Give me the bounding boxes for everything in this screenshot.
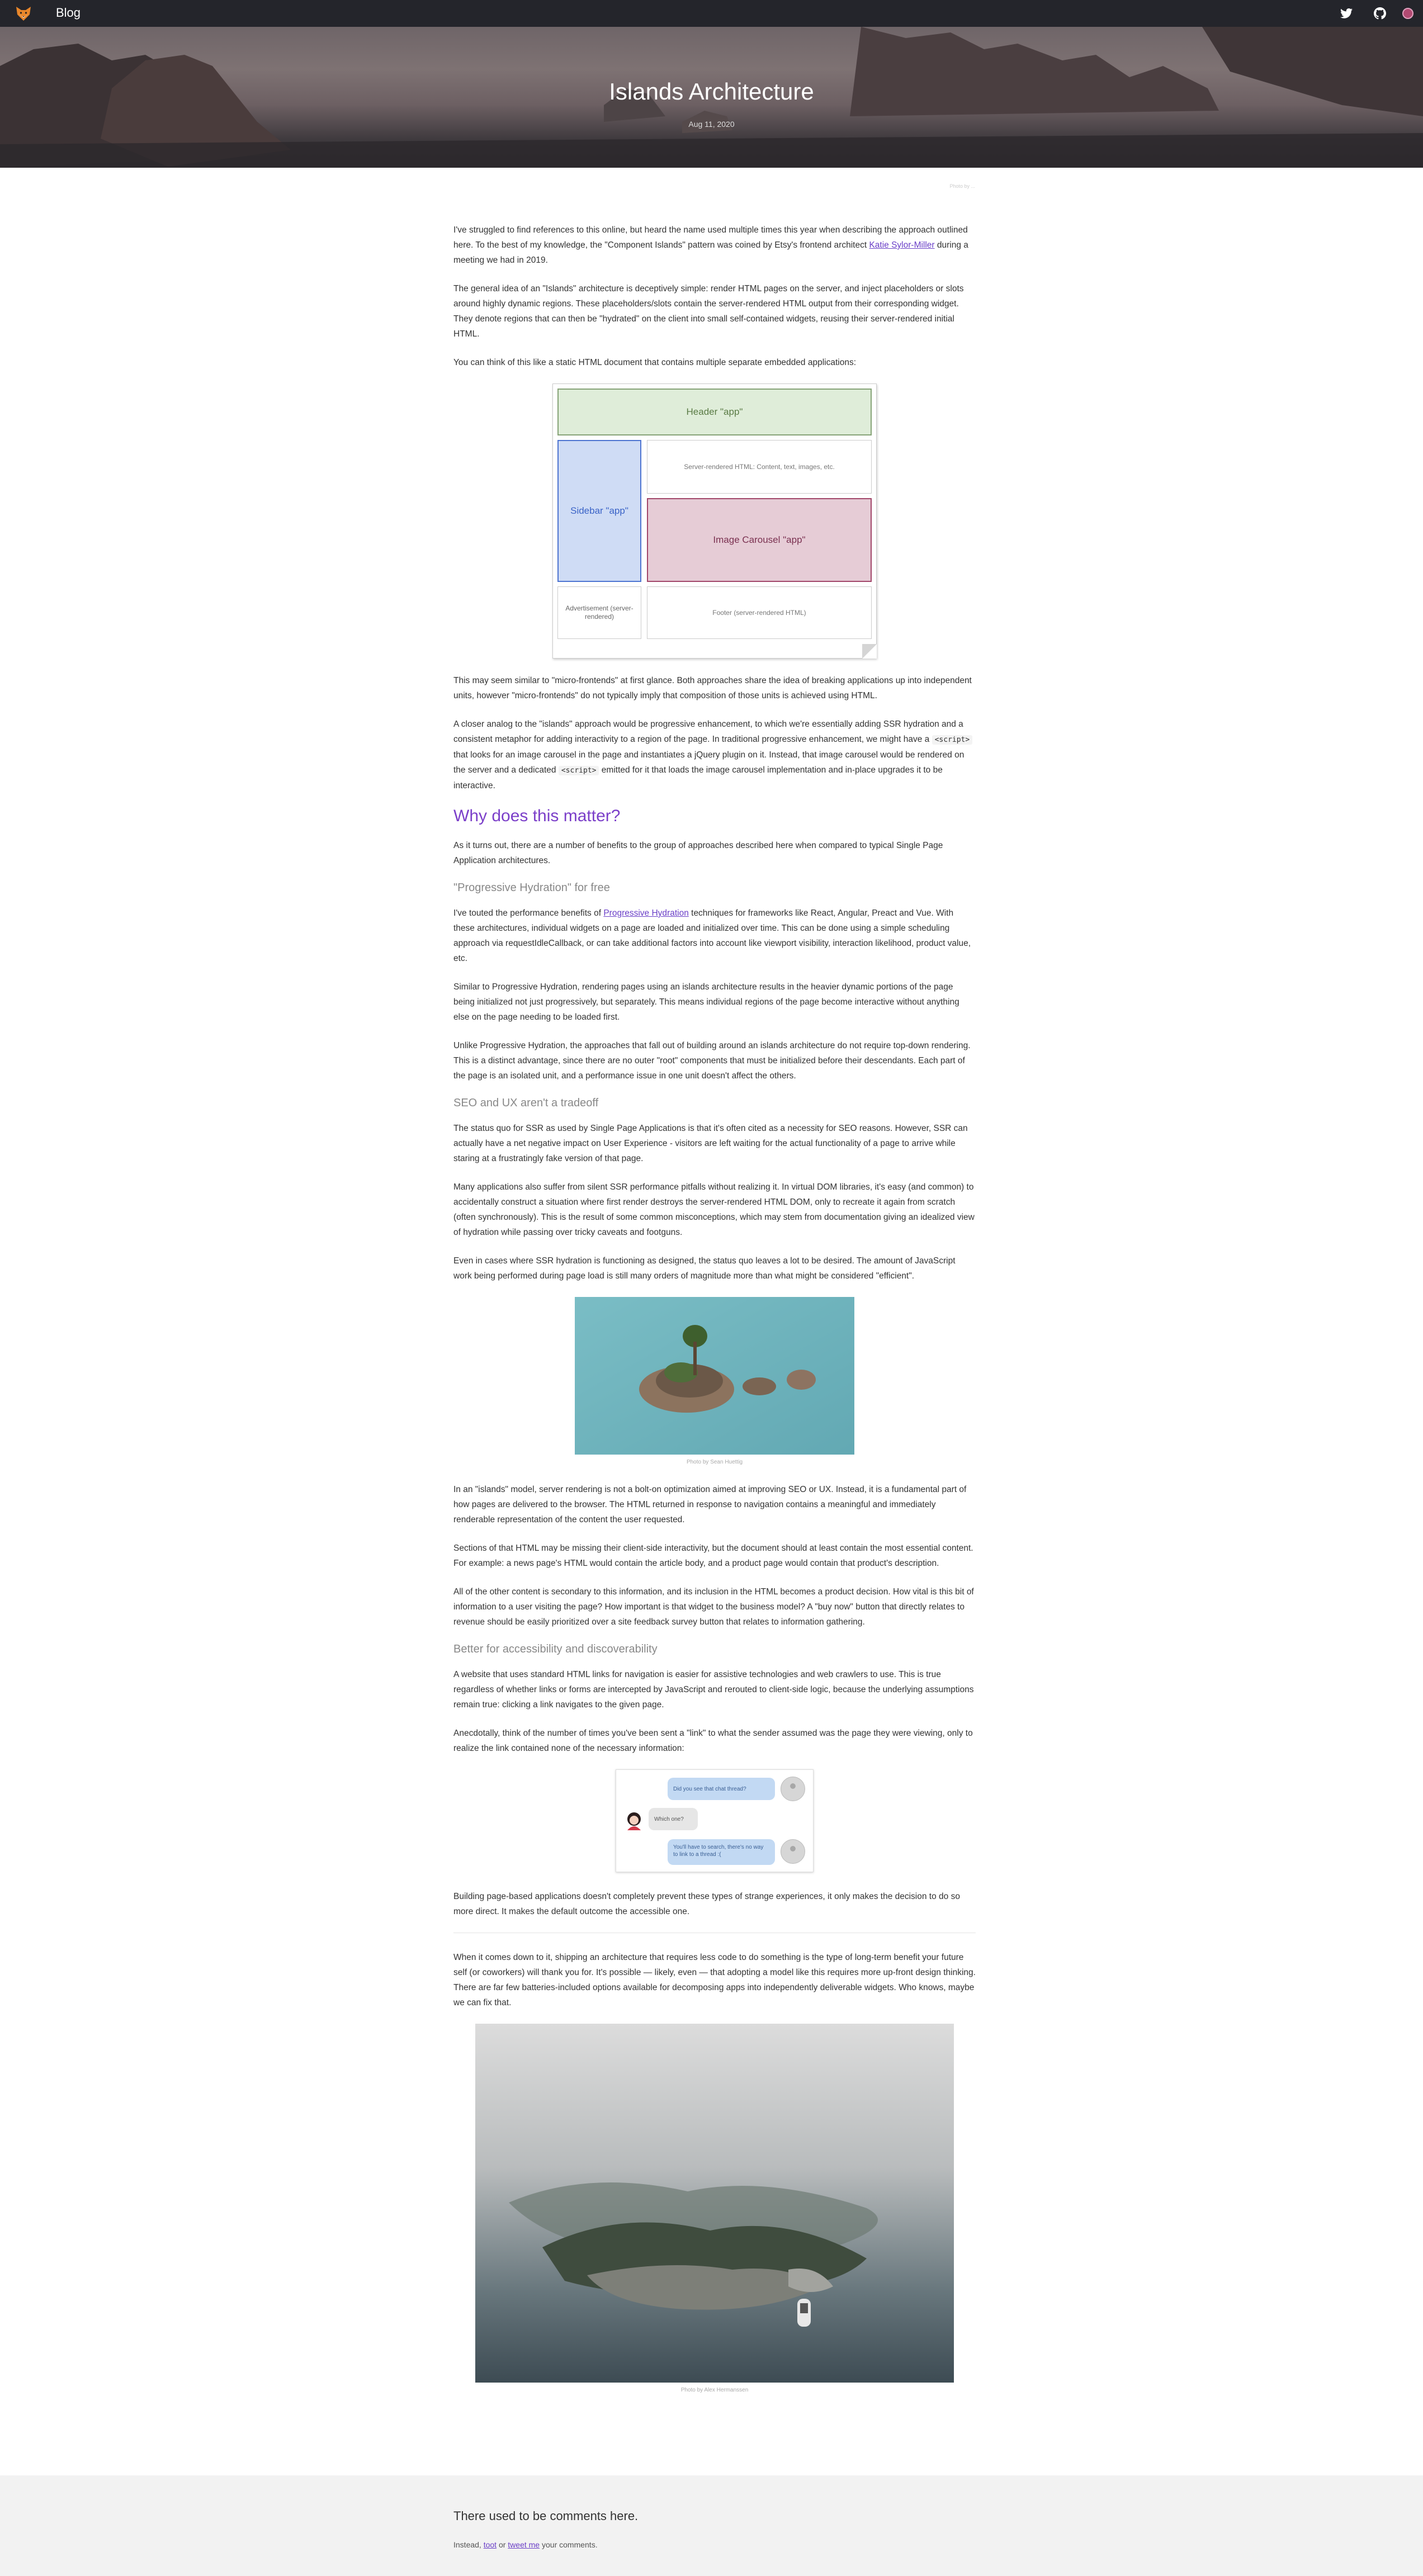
foggy-island-caption: Photo by Alex Hermanssen [680, 2387, 749, 2393]
chat-illustration: Did you see that chat thread? Which one?… [616, 1769, 814, 1872]
why-does-this-matter-heading: Why does this matter? [453, 807, 621, 825]
ending-paragraph-2: When it comes down to it, shipping an ar… [453, 1953, 976, 2007]
avatar-icon[interactable] [1402, 8, 1413, 19]
why-paragraph-9: Sections of that HTML may be missing the… [453, 1543, 973, 1568]
article-body: I've struggled to find references to thi… [453, 222, 976, 2410]
blog-nav-link[interactable]: Blog [56, 6, 81, 20]
chat-message-3: You'll have to search, there's no way to… [668, 1839, 775, 1865]
hero-banner: Islands Architecture Aug 11, 2020 [0, 27, 1423, 168]
comments-section: There used to be comments here. Instead,… [0, 2475, 1423, 2576]
diagram-image-carousel-app: Image Carousel "app" [647, 498, 872, 582]
comments-title: There used to be comments here. [453, 2509, 639, 2523]
comments-text: Instead, toot or tweet me your comments. [453, 2540, 598, 2549]
why-paragraph-3: Similar to Progressive Hydration, render… [453, 982, 959, 1022]
diagram-header-app: Header "app" [557, 389, 872, 435]
chat-message-2: Which one? [649, 1808, 698, 1830]
diagram-server-content: Server-rendered HTML: Content, text, ima… [647, 440, 872, 494]
why-paragraph-7: Even in cases where SSR hydration is fun… [453, 1256, 956, 1281]
why-paragraph-12: Anecdotally, think of the number of time… [453, 1729, 973, 1753]
hero-photo-credit: Photo by ... [949, 183, 975, 189]
why-paragraph-4: Unlike Progressive Hydration, the approa… [453, 1041, 971, 1081]
diagram-advertisement: Advertisement (server-rendered) [557, 586, 641, 639]
fox-logo-icon[interactable] [15, 4, 32, 22]
seo-ux-heading: SEO and UX aren't a tradeoff [453, 1097, 599, 1109]
twitter-icon[interactable] [1340, 7, 1353, 20]
progressive-hydration-link[interactable]: Progressive Hydration [603, 908, 688, 918]
script-code-2: <script> [558, 766, 599, 775]
post-date: Aug 11, 2020 [688, 120, 735, 129]
intro-paragraph-3: You can think of this like a static HTML… [453, 358, 857, 367]
micro-frontends-paragraph: This may seem similar to "micro-frontend… [453, 676, 972, 700]
user-avatar-icon [781, 1777, 805, 1801]
page-title: Islands Architecture [609, 78, 814, 105]
foggy-island-photo [475, 2024, 954, 2383]
why-paragraph-8: In an "islands" model, server rendering … [453, 1485, 967, 1524]
toot-link[interactable]: toot [484, 2540, 497, 2549]
diagram-sidebar-app: Sidebar "app" [557, 440, 641, 582]
github-icon[interactable] [1373, 7, 1387, 20]
island-photo-caption: Photo by Sean Huettig [686, 1459, 743, 1465]
katie-sylor-miller-link[interactable]: Katie Sylor-Miller [869, 240, 934, 250]
tweet-me-link[interactable]: tweet me [508, 2540, 540, 2549]
intro-paragraph-2: The general idea of an "Islands" archite… [453, 284, 964, 339]
top-navigation-bar: Blog [0, 0, 1423, 27]
script-code-1: <script> [932, 735, 973, 745]
why-paragraph-11: A website that uses standard HTML links … [453, 1670, 974, 1710]
page-fold-corner [862, 644, 877, 659]
accessibility-heading: Better for accessibility and discoverabi… [453, 1643, 658, 1655]
islands-diagram: Header "app" Sidebar "app" Server-render… [552, 383, 877, 659]
progressive-hydration-heading: "Progressive Hydration" for free [453, 882, 610, 894]
intro-paragraph-1: I've struggled to find references to thi… [453, 225, 968, 265]
progressive-enhancement-paragraph: A closer analog to the "islands" approac… [453, 717, 976, 793]
chat-message-1: Did you see that chat thread? [668, 1778, 775, 1800]
user-avatar-icon [781, 1839, 805, 1864]
ending-paragraph-1: Building page-based applications doesn't… [453, 1892, 960, 1916]
woman-avatar-icon [622, 1808, 646, 1832]
island-photo [575, 1297, 854, 1455]
why-paragraph-2: I've touted the performance benefits of … [453, 908, 971, 963]
why-paragraph-1: As it turns out, there are a number of b… [453, 841, 943, 865]
island-photo-figure: Photo by Sean Huettig [453, 1297, 976, 1465]
why-paragraph-5: The status quo for SSR as used by Single… [453, 1124, 968, 1163]
foggy-island-figure: Photo by Alex Hermanssen [453, 2024, 976, 2393]
why-paragraph-10: All of the other content is secondary to… [453, 1587, 974, 1627]
why-paragraph-6: Many applications also suffer from silen… [453, 1182, 975, 1237]
diagram-footer: Footer (server-rendered HTML) [647, 586, 872, 639]
